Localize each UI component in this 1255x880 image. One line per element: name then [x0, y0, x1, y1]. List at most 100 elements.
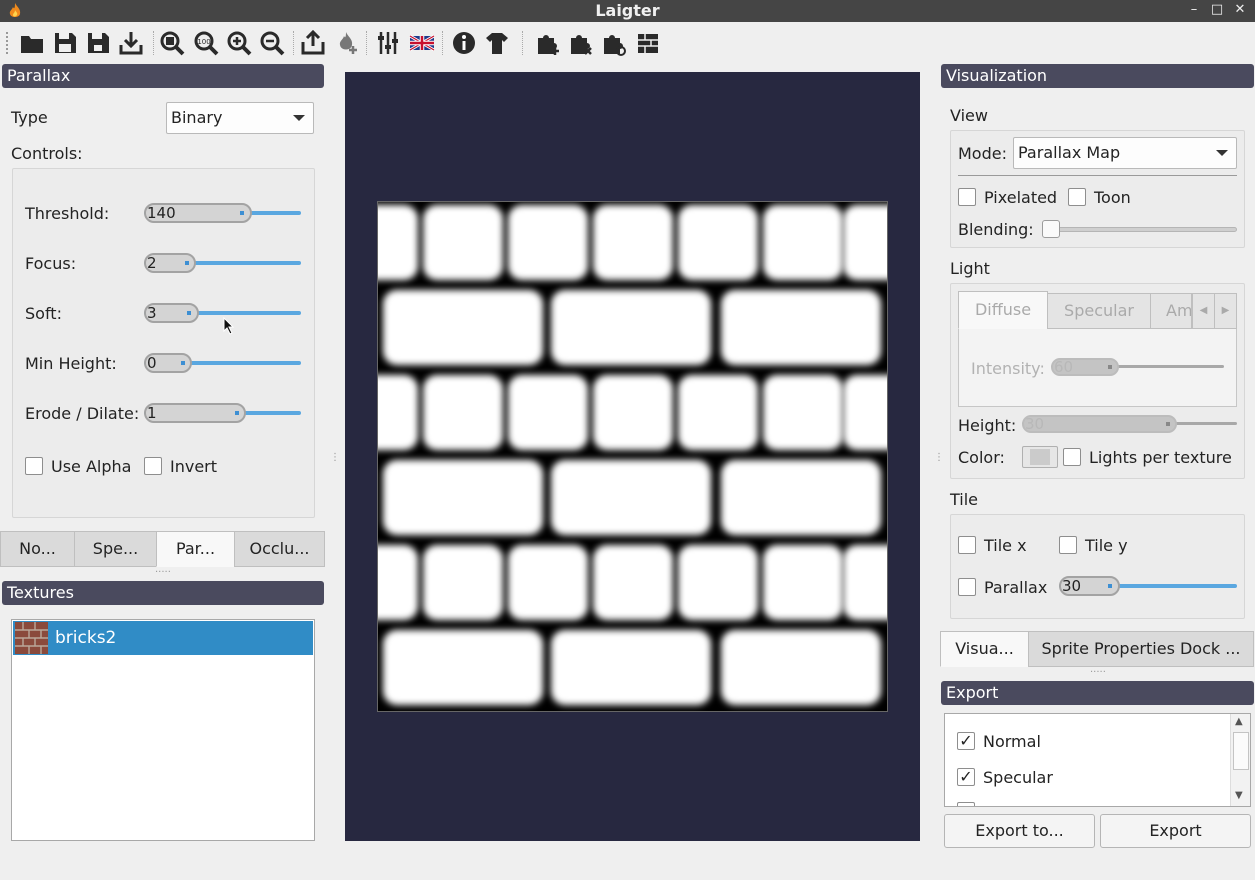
light-settings-icon[interactable]: [600, 29, 628, 57]
left-splitter[interactable]: ⋮: [330, 452, 340, 463]
textures-dock-title: Textures: [2, 581, 324, 605]
scrollbar-handle[interactable]: [1233, 732, 1249, 770]
tab-light-specular[interactable]: Specular: [1047, 293, 1151, 329]
use-alpha-label: Use Alpha: [51, 457, 132, 476]
minimize-icon[interactable]: –: [1185, 1, 1203, 19]
invert-label: Invert: [170, 457, 218, 476]
parallax-checkbox[interactable]: [958, 578, 976, 596]
presets-icon[interactable]: [374, 29, 402, 57]
brick: [551, 460, 711, 535]
tile-y-label: Tile y: [1085, 536, 1128, 555]
light-color-button[interactable]: [1022, 446, 1058, 468]
scroll-down-icon[interactable]: ▼: [1235, 790, 1243, 801]
chevron-down-icon: [293, 115, 305, 121]
brick: [843, 545, 887, 620]
pixelated-checkbox[interactable]: [958, 188, 976, 206]
language-flag-icon[interactable]: [408, 29, 436, 57]
view-label: View: [950, 106, 988, 125]
blending-slider-handle[interactable]: [1042, 220, 1060, 238]
zoom-out-icon[interactable]: [258, 29, 286, 57]
blending-slider[interactable]: [1042, 227, 1237, 232]
export-scrollbar[interactable]: ▲ ▼: [1230, 714, 1250, 806]
erode-dilate-slider[interactable]: 1: [144, 403, 301, 423]
parallax-map-preview[interactable]: [377, 201, 888, 712]
height-slider[interactable]: 30: [1022, 415, 1237, 435]
soft-label: Soft:: [25, 304, 62, 323]
list-item[interactable]: bricks2: [13, 621, 313, 655]
mode-combobox[interactable]: Parallax Map: [1013, 137, 1237, 169]
tab-parallax[interactable]: Par...: [156, 531, 235, 567]
export-to-button[interactable]: Export to...: [944, 814, 1095, 848]
export-icon[interactable]: [299, 29, 327, 57]
min-height-slider[interactable]: 0: [144, 353, 301, 373]
toolbar-grip[interactable]: [6, 32, 9, 54]
textures-list[interactable]: bricks2: [11, 619, 315, 841]
splitter-handle[interactable]: ·····: [1090, 667, 1106, 678]
export-specular-checkbox[interactable]: ✓: [957, 768, 975, 786]
height-spinbox[interactable]: 30: [1022, 415, 1177, 433]
tile-label: Tile: [950, 490, 979, 509]
height-label: Height:: [958, 416, 1017, 435]
toon-label: Toon: [1094, 188, 1131, 207]
plugin-icon[interactable]: [333, 29, 361, 57]
zoom-in-icon[interactable]: [225, 29, 253, 57]
scroll-up-icon[interactable]: ▲: [1235, 716, 1243, 727]
open-folder-icon[interactable]: [18, 29, 46, 57]
tab-scroll-left-icon[interactable]: ◀: [1192, 293, 1215, 329]
visualization-dock-title: Visualization: [941, 64, 1254, 88]
threshold-spinbox[interactable]: 140: [144, 203, 252, 223]
intensity-spinbox[interactable]: 60: [1051, 358, 1119, 376]
type-combobox[interactable]: Binary: [166, 102, 314, 134]
add-light-icon[interactable]: [534, 29, 562, 57]
toon-checkbox[interactable]: [1068, 188, 1086, 206]
color-swatch: [1030, 449, 1050, 465]
export-button[interactable]: Export: [1100, 814, 1251, 848]
right-splitter[interactable]: ⋮: [934, 452, 944, 463]
export-normal-checkbox[interactable]: ✓: [957, 732, 975, 750]
import-icon[interactable]: [117, 29, 145, 57]
texture-name: bricks2: [55, 628, 117, 648]
parallax-spinbox[interactable]: 30: [1059, 576, 1120, 596]
zoom-100-icon[interactable]: 100: [192, 29, 220, 57]
intensity-slider[interactable]: 60: [1051, 358, 1224, 378]
tile-icon[interactable]: [634, 29, 662, 57]
tab-normal[interactable]: No...: [0, 531, 75, 567]
export-next-checkbox[interactable]: [957, 802, 975, 806]
tab-ambient[interactable]: Am: [1150, 293, 1192, 329]
tab-visualization[interactable]: Visua...: [940, 631, 1029, 667]
tile-x-checkbox[interactable]: [958, 536, 976, 554]
parallax-slider[interactable]: 30: [1059, 576, 1237, 596]
lights-per-texture-checkbox[interactable]: [1063, 448, 1081, 466]
invert-checkbox[interactable]: [144, 457, 162, 475]
save-all-icon[interactable]: [84, 29, 112, 57]
brick: [551, 630, 711, 705]
tile-y-checkbox[interactable]: [1059, 536, 1077, 554]
brick: [383, 630, 543, 705]
focus-spinbox[interactable]: 2: [144, 253, 196, 273]
erode-dilate-spinbox[interactable]: 1: [144, 403, 246, 423]
remove-light-icon[interactable]: [567, 29, 595, 57]
tab-specular[interactable]: Spe...: [74, 531, 157, 567]
focus-slider[interactable]: 2: [144, 253, 301, 273]
tile-group: [950, 514, 1245, 619]
controls-label: Controls:: [11, 144, 83, 163]
close-icon[interactable]: ✕: [1231, 1, 1249, 19]
save-icon[interactable]: [51, 29, 79, 57]
tab-sprite-properties[interactable]: Sprite Properties Dock ...: [1028, 631, 1254, 667]
maximize-icon[interactable]: □: [1208, 1, 1226, 19]
tshirt-icon[interactable]: [483, 29, 511, 57]
toolbar-separator: [522, 31, 523, 55]
use-alpha-checkbox[interactable]: [25, 457, 43, 475]
light-label: Light: [950, 259, 990, 278]
splitter-handle[interactable]: ·····: [155, 567, 171, 578]
threshold-slider[interactable]: 140: [144, 203, 301, 223]
min-height-spinbox[interactable]: 0: [144, 353, 192, 373]
brick: [721, 460, 881, 535]
soft-spinbox[interactable]: 3: [144, 303, 199, 323]
about-icon[interactable]: [450, 29, 478, 57]
tab-occlusion[interactable]: Occlu...: [234, 531, 325, 567]
tab-scroll-right-icon[interactable]: ▶: [1214, 293, 1237, 329]
zoom-fit-icon[interactable]: [158, 29, 186, 57]
export-list[interactable]: ✓ Normal ✓ Specular ▲ ▼: [944, 713, 1251, 807]
tab-diffuse[interactable]: Diffuse: [958, 291, 1048, 329]
